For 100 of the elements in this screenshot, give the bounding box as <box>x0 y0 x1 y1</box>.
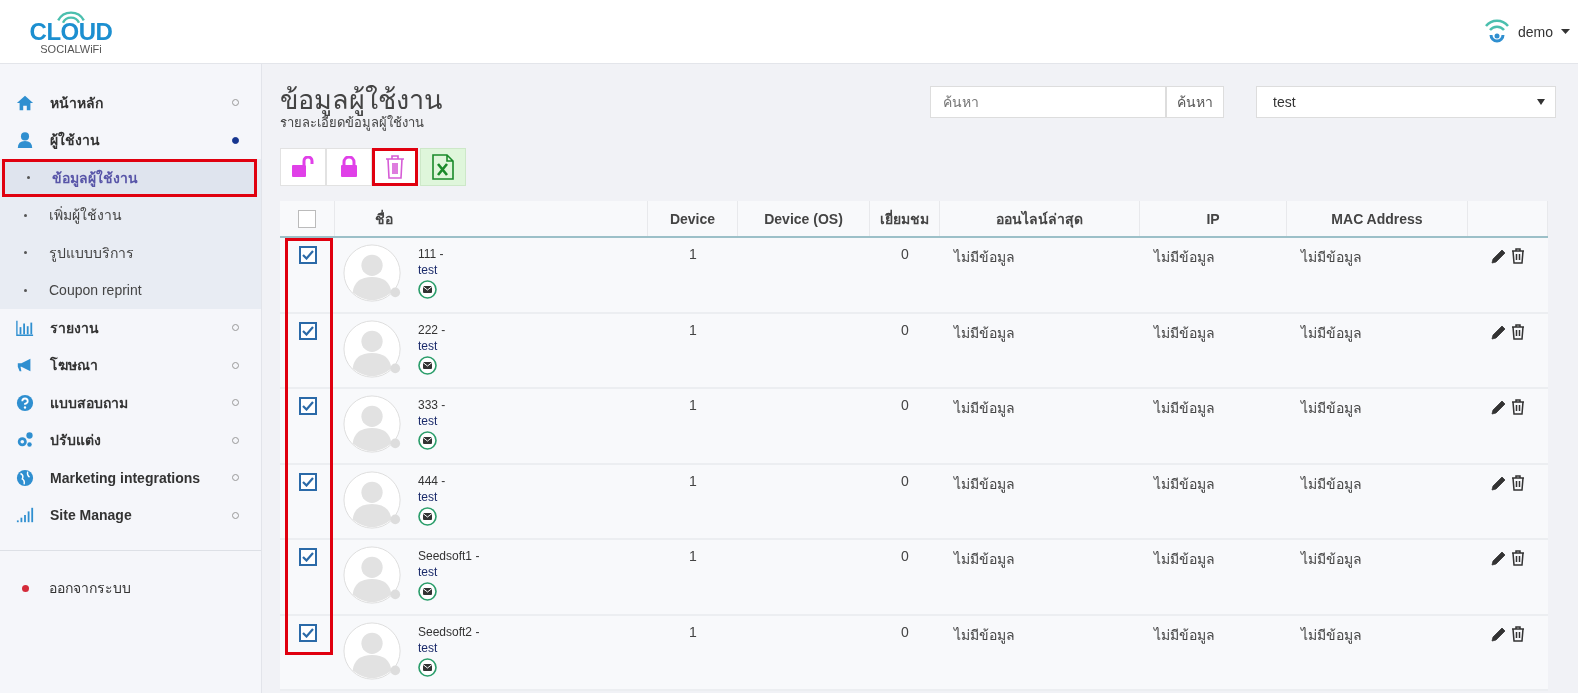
logo-subtitle: SOCIALWiFi <box>40 42 102 55</box>
edit-icon[interactable] <box>1491 625 1507 642</box>
nav-item[interactable]: แบบสอบถาม <box>0 384 261 422</box>
user-group: test <box>418 564 480 580</box>
settings-icon <box>16 431 34 450</box>
search-field[interactable]: ค้นหา <box>930 86 1166 118</box>
home-icon <box>16 93 34 112</box>
user-name: 222 - <box>418 321 446 338</box>
trash-icon[interactable] <box>1511 474 1525 491</box>
edit-icon[interactable] <box>1491 474 1507 491</box>
table-cell-text: ไม่มีข้อมูล <box>1301 474 1362 495</box>
table-cell: 1 <box>689 472 697 489</box>
nav-item[interactable]: รายงาน <box>0 309 261 347</box>
nav-item[interactable]: ผู้ใช้งาน <box>0 121 261 159</box>
table-cell-text: ไม่มีข้อมูล <box>1301 323 1362 344</box>
signal-icon <box>16 506 34 525</box>
table-cell-text: ไม่มีข้อมูล <box>1301 399 1362 419</box>
table-cell: 1 <box>689 321 697 338</box>
user-name: 444 - <box>418 472 446 489</box>
trash-icon[interactable] <box>1511 550 1525 566</box>
row-checkbox[interactable] <box>298 623 317 642</box>
table-cell-text: ไม่มีข้อมูล <box>1301 248 1362 268</box>
trash-icon[interactable] <box>1511 625 1525 642</box>
table-cell-text: ไม่มีข้อมูล <box>954 474 1015 495</box>
table-cell: 0 <box>901 397 909 413</box>
table-cell: 0 <box>901 623 909 640</box>
caret-icon <box>1561 28 1570 35</box>
trash-icon[interactable] <box>1511 399 1525 415</box>
table-cell: 0 <box>901 548 909 564</box>
user-group: test <box>418 488 446 505</box>
excel-file-icon <box>432 154 454 180</box>
column-header: เยี่ยมชม <box>880 208 929 229</box>
avatar-icon <box>343 621 403 682</box>
bar-chart-icon <box>16 318 34 337</box>
nav-item[interactable]: Marketing integrations <box>0 459 261 497</box>
email-icon <box>418 582 437 601</box>
table-cell-text: ไม่มีข้อมูล <box>1154 399 1215 419</box>
nav-item[interactable]: ปรับแต่ง <box>0 421 261 459</box>
edit-icon[interactable] <box>1491 550 1507 566</box>
excel-export-button[interactable] <box>420 148 466 186</box>
table-cell-text: ไม่มีข้อมูล <box>1301 550 1362 570</box>
user-icon <box>16 131 34 150</box>
edit-icon[interactable] <box>1491 399 1507 415</box>
email-icon <box>418 506 437 526</box>
search-button[interactable]: ค้นหา <box>1166 86 1224 118</box>
logo-title: CLOUD <box>29 20 113 43</box>
table-cell: 1 <box>689 397 697 413</box>
email-icon <box>418 431 437 450</box>
nav-item[interactable]: หน้าหลัก <box>0 84 261 122</box>
help-icon <box>16 393 34 412</box>
table-cell-text: ไม่มีข้อมูล <box>1301 625 1362 646</box>
select-all-checkbox[interactable] <box>298 209 316 228</box>
trash-icon[interactable] <box>1511 323 1525 340</box>
table-cell-text: ไม่มีข้อมูล <box>954 550 1015 570</box>
table-cell: 1 <box>689 548 697 564</box>
trash-icon[interactable] <box>1511 248 1525 264</box>
table-cell-text: ไม่มีข้อมูล <box>1154 323 1215 344</box>
user-group: test <box>418 639 480 656</box>
table-cell-text: ไม่มีข้อมูล <box>954 248 1015 268</box>
row-checkbox[interactable] <box>298 548 317 566</box>
row-checkbox[interactable] <box>298 397 317 415</box>
table-cell: 0 <box>901 246 909 262</box>
table-cell-text: ไม่มีข้อมูล <box>1154 550 1215 570</box>
page-subtitle: รายละเอียดข้อมูลผู้ใช้งาน <box>280 116 424 130</box>
table-cell-text: ไม่มีข้อมูล <box>954 625 1015 646</box>
submenu-item[interactable]: ข้อมูลผู้ใช้งาน <box>2 159 257 197</box>
user-menu[interactable]: demo <box>1483 15 1570 48</box>
unlock-button[interactable] <box>280 148 326 186</box>
lock-button[interactable] <box>326 148 372 186</box>
delete-button[interactable] <box>372 148 418 186</box>
row-checkbox[interactable] <box>298 472 317 491</box>
user-group: test <box>418 413 446 429</box>
table-cell-text: ไม่มีข้อมูล <box>954 323 1015 344</box>
trash-icon <box>385 155 405 179</box>
logout-item[interactable]: ออกจากระบบ <box>0 550 261 599</box>
site-select[interactable]: test <box>1256 86 1556 118</box>
submenu-item[interactable]: รูปแบบบริการ <box>2 234 257 272</box>
table-cell: 0 <box>901 472 909 489</box>
row-checkbox[interactable] <box>298 321 317 340</box>
nav-item[interactable]: โฆษณา <box>0 346 261 384</box>
email-icon <box>418 355 437 375</box>
user-name: Seedsoft2 - <box>418 623 480 640</box>
table-cell-text: ไม่มีข้อมูล <box>1154 248 1215 268</box>
user-name: 111 - <box>418 246 444 262</box>
edit-icon[interactable] <box>1491 323 1507 340</box>
row-checkbox[interactable] <box>298 246 317 264</box>
submenu-item[interactable]: Coupon reprint <box>2 271 257 309</box>
column-header: Device (OS) <box>764 210 843 227</box>
lock-icon <box>340 156 358 178</box>
avatar-icon <box>343 395 403 455</box>
user-group: test <box>418 262 444 278</box>
table-cell-text: ไม่มีข้อมูล <box>954 399 1015 419</box>
globe-icon <box>16 468 34 487</box>
table-cell: 1 <box>689 246 697 262</box>
nav-item[interactable]: Site Manage <box>0 496 261 534</box>
page-title: ข้อมูลผู้ใช้งาน <box>280 84 443 116</box>
avatar-icon <box>343 244 403 304</box>
user-name: Seedsoft1 - <box>418 548 480 564</box>
edit-icon[interactable] <box>1491 248 1507 264</box>
submenu-item[interactable]: เพิ่มผู้ใช้งาน <box>2 196 257 234</box>
